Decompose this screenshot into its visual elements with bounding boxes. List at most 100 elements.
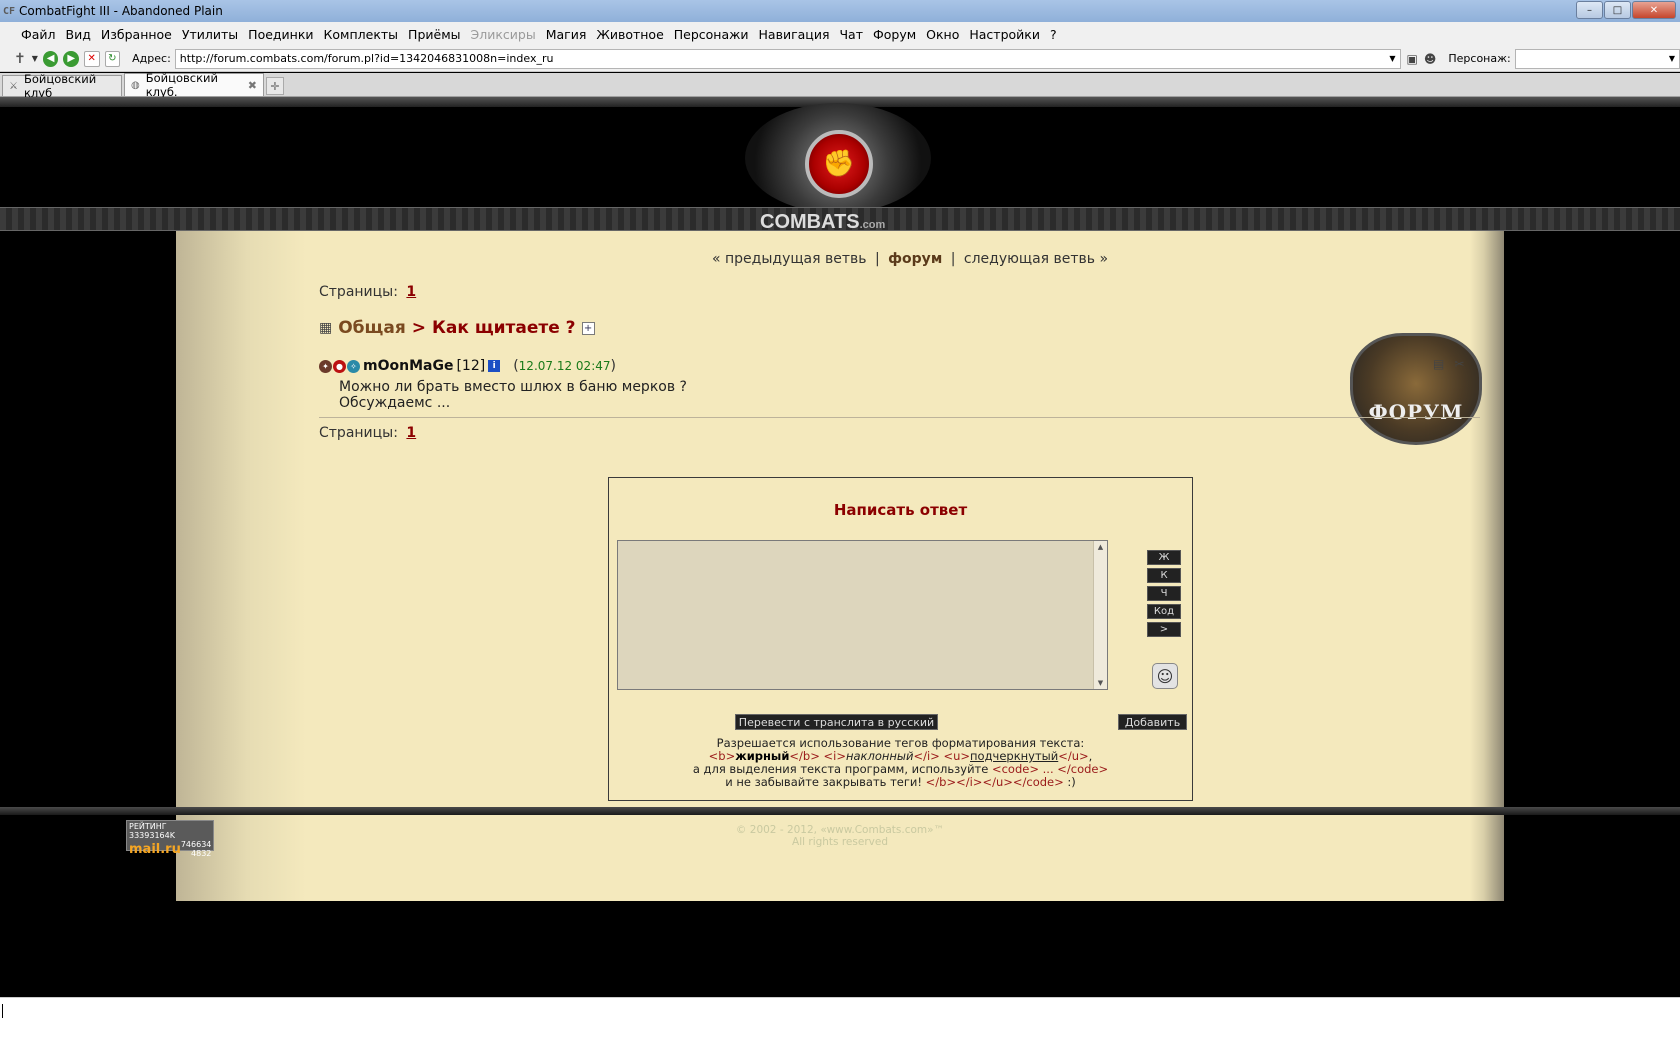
category-link[interactable]: Общая [338,318,406,338]
translit-button[interactable]: Перевести с транслита в русский [735,714,938,730]
scrollbar[interactable]: ▲ ▼ [1093,541,1107,689]
menu-view[interactable]: Вид [61,27,96,42]
menu-bar: Файл Вид Избранное Утилиты Поединки Комп… [0,22,1680,46]
nav-separator: | [950,251,956,267]
document-icon: ▦ [319,320,333,336]
menu-animal[interactable]: Животное [591,27,668,42]
forum-sign-label: ФОРУМ [1368,400,1464,424]
chevron-down-icon[interactable]: ▼ [32,54,38,63]
pages-bottom: Страницы: 1 [319,425,416,441]
bold-button[interactable]: Ж [1147,550,1181,565]
parchment-right-edge [1470,231,1504,901]
tab-label: Бойцовский клуб [23,72,97,100]
new-tab-button[interactable]: ✛ [266,77,284,95]
reply-textarea[interactable]: ▲ ▼ [617,540,1108,690]
next-thread-link[interactable]: следующая ветвь » [964,251,1108,267]
menu-characters[interactable]: Персонажи [669,27,754,42]
rights-text: All rights reserved [792,836,888,848]
users-icon[interactable]: ☻ [1424,52,1437,66]
minimize-button[interactable]: – [1576,1,1603,19]
quote-button[interactable]: > [1147,622,1181,637]
thread-navigation: « предыдущая ветвь | форум | следующая в… [712,251,1108,267]
persona-select[interactable]: ▼ [1514,48,1680,69]
close-button[interactable]: ✕ [1632,1,1676,19]
menu-favorites[interactable]: Избранное [96,27,177,42]
align-icon[interactable]: ● [333,359,346,373]
menu-sets[interactable]: Комплекты [319,27,404,42]
back-arrow-icon[interactable]: ◀ [42,50,59,67]
menu-magic[interactable]: Магия [541,27,592,42]
tag-b-open: <b> [708,749,736,763]
menu-elixirs[interactable]: Эликсиры [466,27,541,42]
tag-u-close: </u> [1058,749,1089,763]
copyright-text: © 2002 - 2012, «www.Combats.com»™ [735,824,945,836]
menu-forum[interactable]: Форум [868,27,921,42]
refresh-icon[interactable]: ↻ [104,50,121,67]
tab-label: Бойцовский клуб. [145,71,218,99]
tools-icon[interactable]: ✂ [1454,357,1464,371]
menu-window[interactable]: Окно [921,27,964,42]
prev-thread-link[interactable]: « предыдущая ветвь [712,251,867,267]
info-icon[interactable]: i [488,360,501,372]
stop-icon[interactable]: ✕ [83,50,100,67]
forum-link[interactable]: форум [888,251,942,267]
tag-b-close: </b> [789,749,820,763]
address-dropdown-icon[interactable]: ▼ [1389,54,1395,63]
post-line: Можно ли брать вместо шлюх в баню мерков… [339,379,687,395]
help-line-4: и не забывайте закрывать теги! </b></i><… [609,776,1192,789]
forum-shield-logo: ФОРУМ [1350,333,1482,445]
tab-club-1[interactable]: ⚔ Бойцовский клуб [2,72,122,100]
globe-icon: ◍ [131,79,140,91]
post-date-value: 12.07.12 02:47 [518,359,611,373]
menu-utilities[interactable]: Утилиты [177,27,243,42]
breadcrumb-arrow: > [411,318,426,338]
counter-value-3: 4832 [191,849,212,858]
smiley-icon[interactable]: ☺ [1152,663,1178,689]
formatting-help: Разрешается использование тегов форматир… [609,737,1192,789]
page-link-1[interactable]: 1 [406,425,416,441]
page-link-1[interactable]: 1 [406,284,416,300]
italic-button[interactable]: К [1147,568,1181,583]
code-button[interactable]: Код [1147,604,1181,619]
window-controls: – □ ✕ [1576,1,1676,19]
forum-side-icons: ▤ ✂ [1433,357,1464,371]
post-author[interactable]: mOonMaGe [363,358,453,374]
menu-navigation[interactable]: Навигация [754,27,835,42]
chevron-down-icon: ▼ [1668,54,1675,63]
tab-bar: ⚔ Бойцовский клуб ◍ Бойцовский клуб. ✖ ✛ [0,71,1680,100]
fist-logo-icon: ✊ [805,130,873,198]
underline-button[interactable]: Ч [1147,586,1181,601]
text-cursor [2,1004,3,1018]
window-title: CombatFight III - Abandoned Plain [19,4,223,18]
menu-help[interactable]: ? [1045,27,1062,42]
add-favorite-icon[interactable]: + [581,321,595,335]
pin-icon[interactable]: ✝ [14,51,26,67]
mailru-counter[interactable]: РЕЙТИНГ 33393164K mail.ru 746634 4832 [126,820,214,858]
list-icon[interactable]: ▤ [1433,357,1444,371]
menu-chat[interactable]: Чат [834,27,868,42]
post-body: Можно ли брать вместо шлюх в баню мерков… [339,379,687,411]
mailru-logo: mail.ru [129,841,181,857]
help-close-text: и не забывайте закрывать теги! [725,775,922,789]
address-input[interactable]: http://forum.combats.com/forum.pl?id=134… [174,48,1401,69]
address-toolbar: ✝ ▼ ◀ ▶ ✕ ↻ Адрес: http://forum.combats.… [0,46,1680,72]
menu-fights[interactable]: Поединки [243,27,318,42]
pages-top: Страницы: 1 [319,284,416,300]
tab-club-2[interactable]: ◍ Бойцовский клуб. ✖ [124,71,264,99]
menu-settings[interactable]: Настройки [964,27,1045,42]
page-tool-icon[interactable]: ▣ [1407,52,1418,66]
app-icon: CF [3,5,16,17]
author-level: [12] [456,358,486,374]
add-reply-button[interactable]: Добавить [1118,714,1187,730]
rank-icon[interactable]: ✧ [347,359,360,373]
address-label: Адрес: [132,52,171,65]
clan-icon[interactable]: ✦ [319,359,332,373]
user-badges: ✦ ● ✧ [319,359,360,373]
tab-close-icon[interactable]: ✖ [248,79,257,92]
maximize-button[interactable]: □ [1604,1,1631,19]
pages-label: Страницы: [319,425,398,441]
chat-input-strip[interactable] [0,997,1680,1050]
menu-file[interactable]: Файл [16,27,61,42]
menu-techniques[interactable]: Приёмы [403,27,465,42]
forward-arrow-icon[interactable]: ▶ [63,50,79,67]
